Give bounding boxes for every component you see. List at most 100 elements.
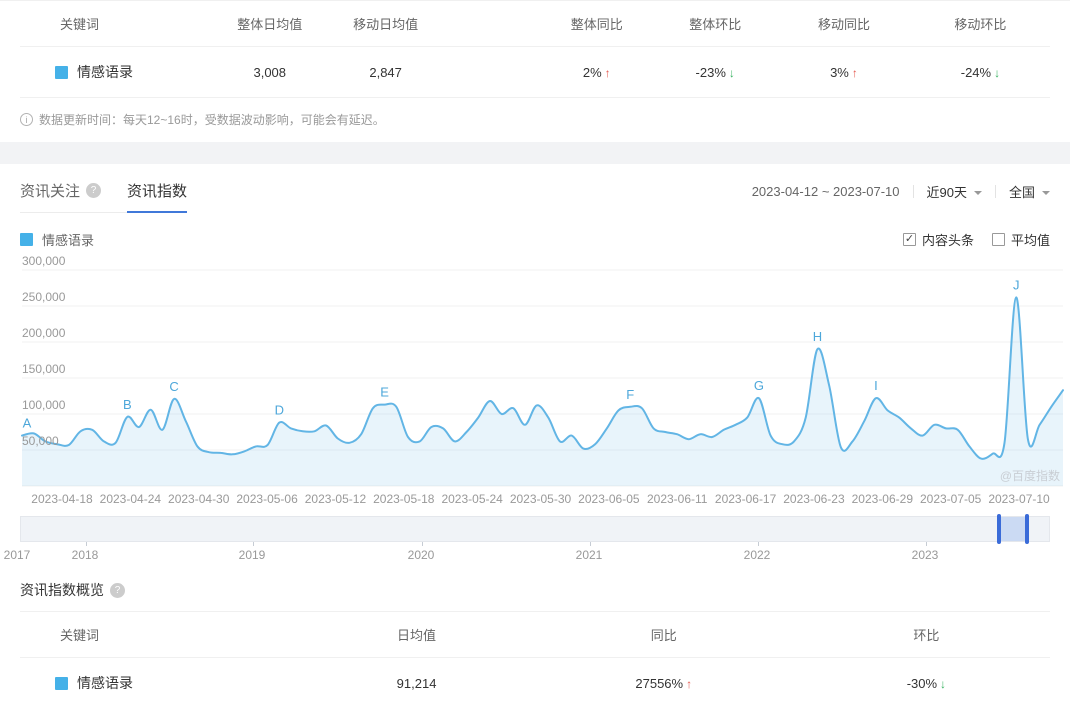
- x-tick-label: 2023-05-30: [509, 492, 572, 506]
- col-spacer: [442, 57, 540, 87]
- tab-news-index-label: 资讯指数: [127, 183, 188, 200]
- tab-news-attention[interactable]: 资讯关注 ?: [20, 180, 102, 201]
- info-icon: i: [20, 113, 33, 126]
- mobile-daily-value: 2,847: [369, 64, 402, 80]
- col-header-mobile-mom: 移动环比: [954, 17, 1007, 32]
- year-label: 2022: [743, 548, 771, 562]
- x-tick-label: 2023-04-30: [168, 492, 230, 506]
- slider-left-handle[interactable]: [996, 514, 1001, 544]
- x-tick-label: 2023-06-05: [578, 492, 640, 506]
- svg-text:E: E: [380, 385, 389, 400]
- col-header-keyword: 关键词: [60, 17, 100, 32]
- up-arrow-icon: ↑: [604, 65, 611, 80]
- keyword-cell[interactable]: 情感语录: [20, 47, 211, 97]
- keyword-color-swatch: [55, 676, 68, 690]
- svg-text:50,000: 50,000: [22, 434, 59, 448]
- help-icon[interactable]: ?: [86, 183, 102, 198]
- svg-text:H: H: [813, 329, 822, 344]
- slider-selected-range[interactable]: [998, 517, 1028, 541]
- year-label: 2018: [71, 548, 99, 562]
- overall-yoy-value: 2% ↑: [582, 64, 611, 80]
- x-axis-labels: 2023-04-18 2023-04-24 2023-04-30 2023-05-06…: [0, 488, 1070, 510]
- svg-text:@百度指数: @百度指数: [1000, 468, 1060, 483]
- up-arrow-icon: ↑: [686, 676, 693, 691]
- svg-text:C: C: [169, 379, 178, 394]
- mom-value: -30% ↓: [906, 675, 947, 691]
- x-tick-label: 2023-05-12: [304, 492, 367, 506]
- svg-text:G: G: [754, 378, 764, 393]
- overlay-toggles: ✓ 内容头条 平均值: [902, 230, 1050, 249]
- col-header-keyword: 关键词: [60, 628, 100, 643]
- chevron-down-icon: [973, 190, 982, 195]
- svg-text:300,000: 300,000: [22, 254, 66, 268]
- table-row: 情感语录 91,214 27556% ↑ -30% ↓: [20, 658, 1050, 708]
- keyword-cell[interactable]: 情感语录: [20, 658, 308, 708]
- tab-news-index[interactable]: 资讯指数: [127, 180, 188, 213]
- timeline-range-slider[interactable]: [20, 514, 1050, 546]
- help-icon[interactable]: ?: [110, 582, 125, 598]
- col-header-yoy: 同比: [650, 628, 677, 643]
- svg-text:A: A: [23, 416, 32, 431]
- x-tick-label: 2023-06-23: [783, 492, 845, 506]
- down-arrow-icon: ↓: [940, 676, 947, 691]
- trend-chart[interactable]: 50,000 100,000 150,000 200,000 250,000 300,00…: [0, 254, 1070, 510]
- chevron-down-icon: [1042, 190, 1050, 195]
- year-label: 2019: [238, 548, 266, 562]
- col-header-mobile-yoy: 移动同比: [817, 17, 870, 32]
- x-tick-label: 2023-04-18: [31, 492, 93, 506]
- section-divider-band: [0, 142, 1070, 164]
- svg-text:250,000: 250,000: [22, 290, 66, 304]
- keyword-stats-table: 关键词 整体日均值 移动日均值 整体同比 整体环比 移动同比 移动环比 情感语录…: [0, 0, 1070, 142]
- keyword-label: 情感语录: [77, 675, 133, 691]
- svg-text:I: I: [874, 378, 878, 393]
- down-arrow-icon: ↓: [728, 65, 735, 80]
- trend-chart-canvas[interactable]: 50,000 100,000 150,000 200,000 250,000 300,00…: [0, 254, 1070, 488]
- x-tick-label: 2023-05-24: [441, 492, 503, 506]
- tabs-group: 资讯关注 ? 资讯指数: [20, 180, 188, 213]
- col-header-mom: 环比: [913, 628, 940, 643]
- date-range-label: 2023-04-12 ~ 2023-07-10: [751, 184, 900, 199]
- x-tick-label: 2023-07-05: [919, 492, 982, 506]
- period-dropdown[interactable]: 近90天: [927, 182, 982, 201]
- x-tick-label: 2023-06-29: [851, 492, 914, 506]
- stats-table-header-row: 关键词 整体日均值 移动日均值 整体同比 整体环比 移动同比 移动环比: [20, 1, 1050, 47]
- average-checkbox[interactable]: 平均值: [991, 230, 1050, 249]
- daily-avg-value: 91,214: [396, 675, 437, 691]
- year-label: 2017: [3, 548, 31, 562]
- up-arrow-icon: ↑: [851, 65, 858, 80]
- svg-text:D: D: [275, 403, 284, 418]
- slider-right-handle[interactable]: [1025, 514, 1030, 544]
- x-tick-label: 2023-04-24: [99, 492, 162, 506]
- content-headline-checkbox[interactable]: ✓ 内容头条: [902, 230, 974, 249]
- x-tick-label: 2023-07-10: [988, 492, 1050, 506]
- col-header-overall-yoy: 整体同比: [570, 17, 623, 32]
- news-index-overview: 资讯指数概览 ? 关键词 日均值 同比 环比 情感语录 91,214 27556…: [0, 580, 1070, 708]
- keyword-label: 情感语录: [77, 64, 133, 80]
- checkbox-unchecked-icon: [991, 233, 1005, 246]
- svg-text:F: F: [626, 387, 634, 402]
- data-update-note: i 数据更新时间：每天12~16时，受数据波动影响，可能会有延迟。: [20, 98, 1050, 142]
- region-dropdown[interactable]: 全国: [1009, 182, 1050, 201]
- table-row: 情感语录 3,008 2,847 2% ↑ -23% ↓ 3% ↑ -24% ↓: [20, 47, 1050, 98]
- x-tick-label: 2023-06-17: [714, 492, 777, 506]
- svg-text:150,000: 150,000: [22, 362, 66, 376]
- svg-text:J: J: [1013, 277, 1020, 292]
- legend-item[interactable]: 情感语录: [20, 230, 94, 249]
- overview-title-row: 资讯指数概览 ?: [20, 580, 1050, 600]
- col-header-daily-avg: 日均值: [397, 628, 437, 643]
- keyword-color-swatch: [55, 65, 68, 79]
- overview-title: 资讯指数概览: [20, 582, 104, 598]
- overall-mom-value: -23% ↓: [695, 64, 735, 80]
- col-spacer: [442, 11, 540, 37]
- legend-keyword-label: 情感语录: [42, 233, 95, 248]
- col-header-mobile-daily: 移动日均值: [353, 17, 419, 32]
- year-label: 2020: [407, 548, 435, 562]
- yoy-value: 27556% ↑: [635, 675, 693, 691]
- mobile-yoy-value: 3% ↑: [830, 64, 858, 80]
- checkbox-checked-icon: ✓: [902, 233, 916, 246]
- timeline-year-labels: 2017 2018 2019 2020 2021 2022 2023: [0, 545, 1070, 565]
- year-label: 2023: [911, 548, 939, 562]
- chart-legend-row: 情感语录 ✓ 内容头条 平均值: [0, 230, 1070, 249]
- svg-text:100,000: 100,000: [22, 398, 66, 412]
- overall-daily-value: 3,008: [253, 64, 287, 80]
